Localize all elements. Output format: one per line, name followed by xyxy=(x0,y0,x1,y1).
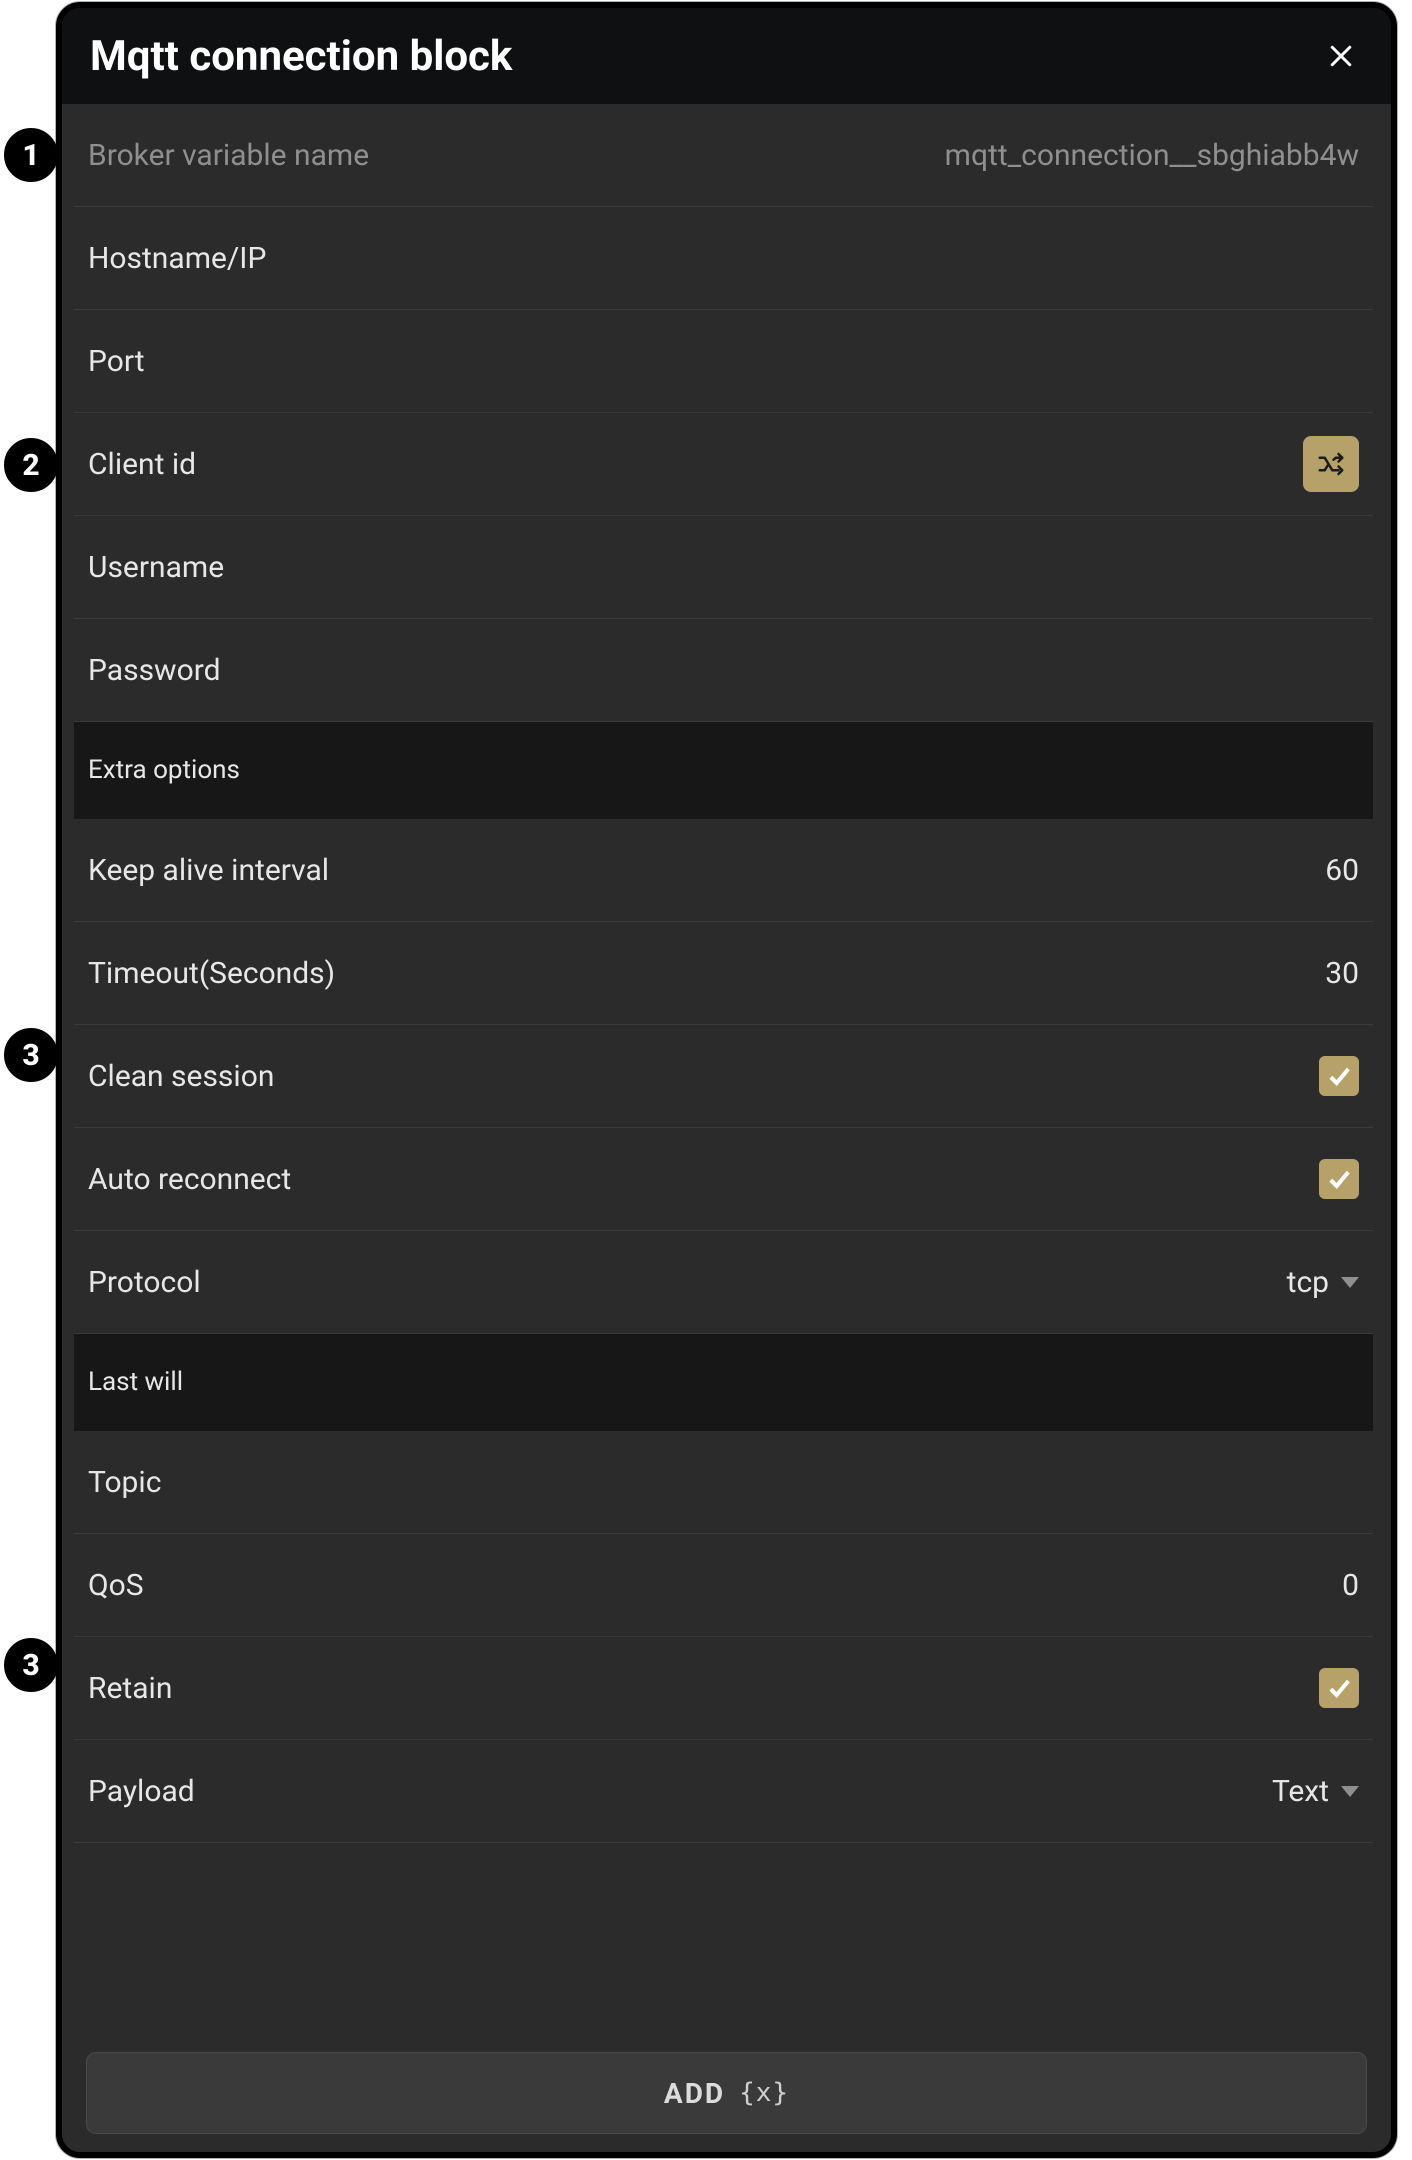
checkbox-clean-session[interactable] xyxy=(1319,1056,1359,1096)
label-clean-session: Clean session xyxy=(88,1059,274,1094)
value-timeout: 30 xyxy=(1325,956,1359,991)
dialog-footer: ADD {x} xyxy=(62,2032,1391,2152)
row-qos[interactable]: QoS 0 xyxy=(74,1534,1373,1637)
label-retain: Retain xyxy=(88,1671,172,1706)
section-last-will-label: Last will xyxy=(88,1367,183,1397)
add-button-label: ADD xyxy=(664,2077,725,2110)
row-topic[interactable]: Topic xyxy=(74,1431,1373,1534)
row-password[interactable]: Password xyxy=(74,619,1373,722)
select-payload[interactable]: Text xyxy=(1272,1774,1359,1809)
dialog-mqtt-connection: Mqtt connection block Broker variable na… xyxy=(56,2,1397,2158)
value-keep-alive: 60 xyxy=(1325,853,1359,888)
row-retain[interactable]: Retain xyxy=(74,1637,1373,1740)
row-auto-reconnect[interactable]: Auto reconnect xyxy=(74,1128,1373,1231)
label-timeout: Timeout(Seconds) xyxy=(88,956,335,991)
label-port: Port xyxy=(88,344,145,379)
close-icon xyxy=(1326,41,1356,71)
annotation-badge-3: 3 xyxy=(0,1024,62,1086)
label-qos: QoS xyxy=(88,1568,144,1603)
row-port[interactable]: Port xyxy=(74,310,1373,413)
check-icon xyxy=(1325,1165,1353,1193)
dialog-titlebar: Mqtt connection block xyxy=(62,8,1391,104)
row-keep-alive[interactable]: Keep alive interval 60 xyxy=(74,819,1373,922)
value-protocol: tcp xyxy=(1287,1265,1329,1300)
check-icon xyxy=(1325,1674,1353,1702)
label-broker-variable-name: Broker variable name xyxy=(88,138,369,173)
value-payload: Text xyxy=(1272,1774,1329,1809)
row-username[interactable]: Username xyxy=(74,516,1373,619)
row-clean-session[interactable]: Clean session xyxy=(74,1025,1373,1128)
checkbox-auto-reconnect[interactable] xyxy=(1319,1159,1359,1199)
label-auto-reconnect: Auto reconnect xyxy=(88,1162,291,1197)
select-protocol[interactable]: tcp xyxy=(1287,1265,1359,1300)
label-keep-alive: Keep alive interval xyxy=(88,853,329,888)
shuffle-icon xyxy=(1316,449,1346,479)
add-button-code: {x} xyxy=(739,2078,789,2108)
dialog-title: Mqtt connection block xyxy=(90,32,512,81)
shuffle-button[interactable] xyxy=(1303,436,1359,492)
label-client-id: Client id xyxy=(88,447,196,482)
checkbox-retain[interactable] xyxy=(1319,1668,1359,1708)
chevron-down-icon xyxy=(1341,1277,1359,1288)
row-payload[interactable]: Payload Text xyxy=(74,1740,1373,1843)
chevron-down-icon xyxy=(1341,1786,1359,1797)
check-icon xyxy=(1325,1062,1353,1090)
label-topic: Topic xyxy=(88,1465,161,1500)
value-broker-variable-name: mqtt_connection__sbghiabb4w xyxy=(945,138,1359,173)
label-protocol: Protocol xyxy=(88,1265,201,1300)
row-timeout[interactable]: Timeout(Seconds) 30 xyxy=(74,922,1373,1025)
label-password: Password xyxy=(88,653,221,688)
section-extra-options: Extra options xyxy=(74,722,1373,819)
annotation-badge-4: 3 xyxy=(0,1634,62,1696)
add-button[interactable]: ADD {x} xyxy=(86,2052,1367,2134)
annotation-badge-2: 2 xyxy=(0,434,62,496)
row-protocol[interactable]: Protocol tcp xyxy=(74,1231,1373,1334)
label-username: Username xyxy=(88,550,224,585)
row-hostname[interactable]: Hostname/IP xyxy=(74,207,1373,310)
row-client-id[interactable]: Client id xyxy=(74,413,1373,516)
value-qos: 0 xyxy=(1342,1568,1359,1603)
section-extra-options-label: Extra options xyxy=(88,755,240,785)
row-broker-variable-name[interactable]: Broker variable name mqtt_connection__sb… xyxy=(74,104,1373,207)
label-payload: Payload xyxy=(88,1774,195,1809)
section-last-will: Last will xyxy=(74,1334,1373,1431)
annotation-badge-1: 1 xyxy=(0,124,62,186)
close-button[interactable] xyxy=(1319,34,1363,78)
label-hostname: Hostname/IP xyxy=(88,241,266,276)
